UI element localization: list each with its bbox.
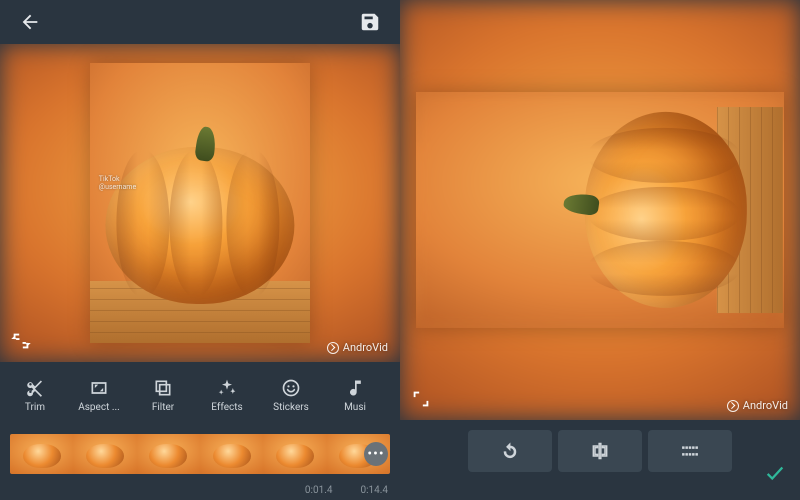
tool-label: Trim (25, 402, 45, 413)
tool-strip: Trim Aspect ... Filter Effects Stickers … (0, 362, 400, 428)
preview-area-left[interactable]: TikTok @username AndroVid (0, 44, 400, 362)
tool-label: Musi (344, 402, 366, 413)
video-frame-portrait: TikTok @username (90, 63, 310, 343)
effects-icon (217, 378, 237, 398)
watermark-text: AndroVid (343, 341, 388, 354)
tool-filter[interactable]: Filter (132, 378, 194, 413)
timeline-thumbs[interactable] (10, 434, 390, 474)
flip-icon (590, 441, 610, 461)
confirm-button[interactable] (764, 462, 786, 488)
pumpkin-graphic-rotated (570, 112, 746, 308)
app-watermark: AndroVid (727, 399, 788, 412)
time-total: 0:14.4 (360, 485, 388, 496)
tool-label: Effects (211, 402, 242, 413)
filter-icon (153, 378, 173, 398)
topbar (0, 0, 400, 44)
back-button[interactable] (16, 8, 44, 36)
video-frame-landscape (416, 92, 784, 327)
tool-stickers[interactable]: Stickers (260, 378, 322, 413)
check-icon (764, 462, 786, 484)
tool-effects[interactable]: Effects (196, 378, 258, 413)
app-watermark: AndroVid (327, 341, 388, 354)
timeline[interactable]: ••• 0:01.4 0:14.4 (0, 428, 400, 500)
timeline-more-button[interactable]: ••• (364, 442, 388, 466)
preview-area-right[interactable]: AndroVid (400, 0, 800, 420)
pumpkin-graphic (105, 133, 294, 303)
tool-music[interactable]: Musi (324, 378, 386, 413)
timeline-thumb[interactable] (10, 434, 73, 474)
fullscreen-button[interactable] (10, 330, 32, 352)
tool-label: Filter (152, 402, 174, 413)
watermark-icon (727, 400, 739, 412)
watermark-text: AndroVid (743, 399, 788, 412)
tool-aspect[interactable]: Aspect ... (68, 378, 130, 413)
crop-button[interactable] (648, 430, 732, 472)
music-icon (345, 378, 365, 398)
flip-button[interactable] (558, 430, 642, 472)
watermark-icon (327, 342, 339, 354)
time-current: 0:01.4 (305, 485, 333, 496)
tool-label: Aspect ... (78, 402, 120, 413)
timeline-thumb[interactable] (200, 434, 263, 474)
time-readout: 0:01.4 0:14.4 (305, 485, 388, 496)
save-button[interactable] (356, 8, 384, 36)
rotate-icon (500, 441, 520, 461)
tool-trim[interactable]: Trim (4, 378, 66, 413)
crop-icon (680, 441, 700, 461)
rotate-actionbar (400, 420, 800, 500)
rotate-tool-panel: AndroVid (400, 0, 800, 500)
fullscreen-button[interactable] (410, 388, 432, 410)
aspect-icon (89, 378, 109, 398)
scissors-icon (25, 378, 45, 398)
tiktok-user: @username (99, 183, 136, 191)
stickers-icon (281, 378, 301, 398)
timeline-thumb[interactable] (73, 434, 136, 474)
timeline-thumb[interactable] (137, 434, 200, 474)
rotate-button[interactable] (468, 430, 552, 472)
tiktok-watermark: TikTok @username (99, 175, 136, 192)
editor-main-panel: TikTok @username AndroVid Trim Aspect ..… (0, 0, 400, 500)
timeline-thumb[interactable] (263, 434, 326, 474)
tool-label: Stickers (273, 402, 309, 413)
